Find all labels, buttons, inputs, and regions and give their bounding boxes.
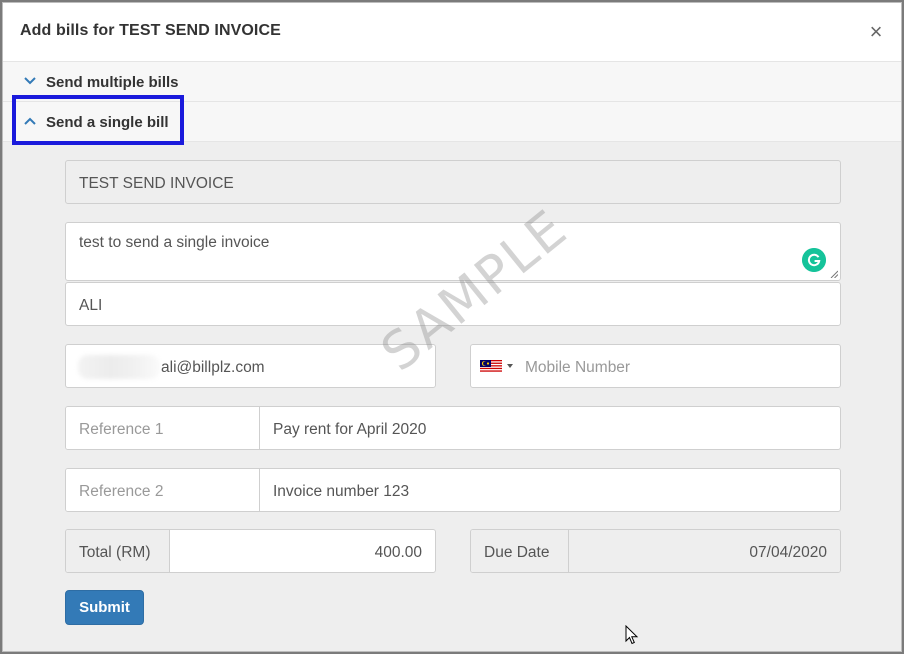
total-label: Total (RM) [79, 544, 151, 561]
total-amount-input[interactable]: 400.00 [170, 530, 435, 572]
due-date-value: 07/04/2020 [749, 544, 827, 561]
mouse-cursor-icon [625, 625, 639, 645]
redacted-email-prefix [78, 355, 160, 379]
reference-2-input[interactable]: Invoice number 123 [260, 469, 840, 511]
close-button[interactable]: × [867, 21, 885, 43]
collection-name-value: TEST SEND INVOICE [79, 175, 234, 192]
reference-1-input[interactable]: Pay rent for April 2020 [260, 407, 840, 449]
collection-name-field[interactable]: TEST SEND INVOICE [65, 160, 841, 204]
mobile-number-placeholder: Mobile Number [525, 359, 631, 376]
add-bills-modal: Add bills for TEST SEND INVOICE × Send m… [2, 2, 902, 652]
due-date-input[interactable]: 07/04/2020 [569, 530, 840, 572]
reference-2-label-input[interactable]: Reference 2 [66, 469, 260, 511]
reference-1-label: Reference 1 [79, 421, 164, 438]
reference-2-label: Reference 2 [79, 483, 164, 500]
due-date-addon: Due Date [471, 530, 569, 572]
grammarly-icon[interactable] [802, 248, 826, 272]
description-value: test to send a single invoice [79, 234, 270, 251]
chevron-down-icon [24, 77, 36, 85]
modal-title: Add bills for TEST SEND INVOICE [20, 22, 281, 39]
mobile-number-input[interactable]: Mobile Number [470, 344, 841, 388]
due-date-label: Due Date [484, 544, 550, 561]
description-textarea[interactable]: test to send a single invoice [65, 222, 841, 281]
modal-header: Add bills for TEST SEND INVOICE × [3, 3, 901, 62]
total-amount-group: Total (RM) 400.00 [65, 529, 436, 573]
name-input[interactable]: ALI [65, 282, 841, 326]
reference-2-value: Invoice number 123 [273, 483, 410, 500]
total-addon: Total (RM) [66, 530, 170, 572]
accordion-label-single: Send a single bill [46, 114, 169, 131]
email-input[interactable]: ali@billplz.com [65, 344, 436, 388]
resize-handle-icon[interactable] [830, 270, 838, 278]
reference-1-value: Pay rent for April 2020 [273, 421, 427, 438]
accordion-label-multiple: Send multiple bills [46, 74, 179, 91]
submit-button[interactable]: Submit [65, 590, 144, 625]
single-bill-form-panel [3, 142, 901, 651]
reference-1-label-input[interactable]: Reference 1 [66, 407, 260, 449]
due-date-group: Due Date 07/04/2020 [470, 529, 841, 573]
country-dropdown-caret-icon[interactable] [507, 364, 513, 368]
accordion-send-multiple-bills[interactable]: Send multiple bills [3, 62, 901, 102]
total-amount-value: 400.00 [374, 544, 422, 561]
reference-2-group: Reference 2 Invoice number 123 [65, 468, 841, 512]
accordion-send-single-bill[interactable]: Send a single bill [3, 102, 901, 142]
name-value: ALI [79, 297, 103, 314]
chevron-up-icon [24, 117, 36, 125]
reference-1-group: Reference 1 Pay rent for April 2020 [65, 406, 841, 450]
malaysia-flag-icon[interactable] [480, 360, 502, 373]
email-value: ali@billplz.com [161, 359, 265, 376]
